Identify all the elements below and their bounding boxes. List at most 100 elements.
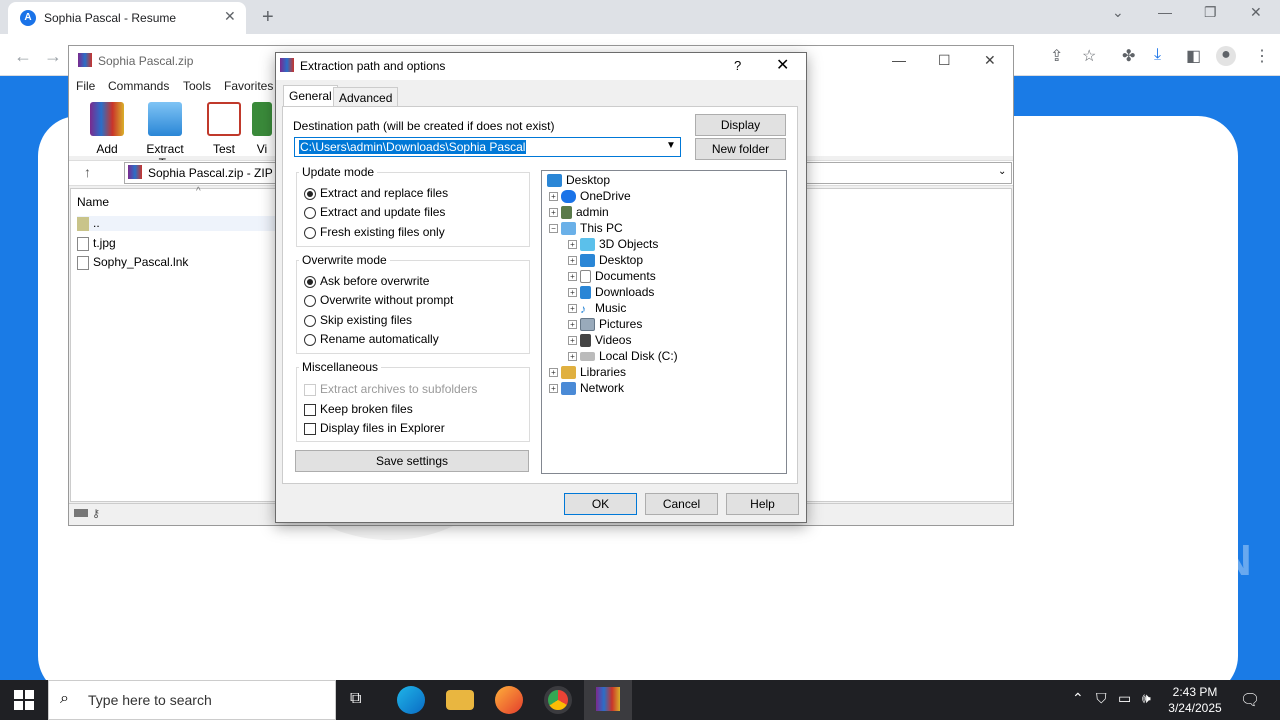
- minimize-button[interactable]: —: [1158, 4, 1172, 20]
- tray-chevron-icon[interactable]: ⌃: [1072, 690, 1084, 707]
- expand-icon[interactable]: +: [568, 336, 577, 346]
- menu-file[interactable]: File: [76, 79, 95, 93]
- radio-rename-auto[interactable]: Rename automatically: [304, 332, 439, 346]
- expand-icon[interactable]: +: [568, 304, 577, 314]
- expand-icon[interactable]: +: [568, 352, 577, 362]
- share-icon[interactable]: ⇪: [1050, 46, 1063, 66]
- expand-icon[interactable]: +: [549, 208, 558, 218]
- tree-item-3dobjects[interactable]: +3D Objects: [568, 237, 658, 252]
- tree-item-videos[interactable]: + Videos: [568, 333, 631, 348]
- menu-tools[interactable]: Tools: [183, 79, 211, 93]
- forward-button[interactable]: →: [44, 46, 62, 67]
- checkbox-display-explorer[interactable]: Display files in Explorer: [304, 421, 445, 435]
- profile-icon[interactable]: ●: [1216, 46, 1236, 66]
- network-tray-icon[interactable]: ▭: [1118, 690, 1131, 707]
- winrar-close-button[interactable]: ✕: [984, 52, 996, 69]
- expand-icon[interactable]: +: [549, 368, 558, 378]
- winrar-minimize-button[interactable]: —: [892, 52, 906, 68]
- menu-icon[interactable]: ⋮: [1254, 46, 1270, 66]
- tab-favicon-icon: A: [20, 10, 36, 26]
- radio-ask-before[interactable]: Ask before overwrite: [304, 274, 429, 288]
- tree-item-desktop-pc[interactable]: + Desktop: [568, 253, 643, 268]
- expand-icon[interactable]: +: [568, 320, 577, 330]
- tab-general[interactable]: General: [283, 85, 338, 106]
- system-clock[interactable]: 2:43 PM 3/24/2025: [1160, 684, 1230, 716]
- help-button[interactable]: Help: [726, 493, 799, 515]
- tree-item-network[interactable]: + Network: [549, 381, 624, 396]
- security-icon[interactable]: ⛉: [1096, 690, 1107, 707]
- new-tab-button[interactable]: +: [262, 6, 274, 29]
- display-button[interactable]: Display: [695, 114, 786, 136]
- tab-close-icon[interactable]: ✕: [224, 8, 236, 25]
- restore-button[interactable]: ❐: [1204, 4, 1217, 21]
- tree-item-music[interactable]: + ♪ Music: [568, 301, 626, 316]
- radio-extract-update[interactable]: Extract and update files: [304, 205, 445, 219]
- tree-item-desktop[interactable]: Desktop: [547, 173, 610, 188]
- notification-icon[interactable]: 🗨: [1240, 690, 1260, 710]
- user-icon: [561, 206, 572, 220]
- expand-icon[interactable]: +: [568, 288, 577, 298]
- menu-commands[interactable]: Commands: [108, 79, 169, 93]
- drive-icon: [74, 509, 88, 517]
- collapse-icon[interactable]: −: [549, 224, 558, 234]
- file-row-tjpg[interactable]: t.jpg: [77, 236, 116, 251]
- browser-tab[interactable]: A Sophia Pascal - Resume ✕: [8, 2, 246, 34]
- view-button[interactable]: Vi: [250, 102, 274, 156]
- sort-arrow-icon: ^: [196, 186, 201, 197]
- radio-icon: [304, 314, 316, 327]
- expand-icon[interactable]: +: [549, 192, 558, 202]
- windows-start-icon[interactable]: [14, 690, 34, 710]
- ok-button[interactable]: OK: [564, 493, 637, 515]
- menu-favorites[interactable]: Favorites: [224, 79, 273, 93]
- tree-item-downloads[interactable]: + Downloads: [568, 285, 654, 300]
- dialog-winrar-icon: [280, 58, 294, 72]
- destination-dropdown-icon[interactable]: ▼: [666, 140, 676, 151]
- cancel-button[interactable]: Cancel: [645, 493, 718, 515]
- star-icon[interactable]: ☆: [1082, 46, 1096, 66]
- chrome-icon[interactable]: [544, 686, 572, 714]
- tree-item-documents[interactable]: + Documents: [568, 269, 656, 284]
- tab-search-icon[interactable]: ⌄: [1112, 4, 1124, 21]
- file-row-lnk[interactable]: Sophy_Pascal.lnk: [77, 255, 188, 270]
- winrar-taskbar-button[interactable]: [584, 680, 632, 720]
- file-row-parent[interactable]: ..: [77, 216, 277, 231]
- expand-icon[interactable]: +: [549, 384, 558, 394]
- edge-icon[interactable]: [397, 686, 425, 714]
- firefox-icon[interactable]: [495, 686, 523, 714]
- close-button[interactable]: ✕: [1250, 4, 1262, 21]
- test-button[interactable]: Test: [199, 102, 249, 156]
- dialog-help-icon[interactable]: ?: [734, 58, 741, 73]
- new-folder-button[interactable]: New folder: [695, 138, 786, 160]
- tree-item-thispc[interactable]: − This PC: [549, 221, 623, 236]
- dialog-close-icon[interactable]: ✕: [776, 55, 789, 75]
- tree-item-onedrive[interactable]: + OneDrive: [549, 189, 631, 204]
- up-arrow-icon[interactable]: ↑: [84, 164, 91, 180]
- column-header-name[interactable]: Name: [77, 195, 109, 209]
- tree-item-libraries[interactable]: + Libraries: [549, 365, 626, 380]
- tab-advanced[interactable]: Advanced: [333, 87, 399, 106]
- task-view-icon[interactable]: ⧉: [350, 690, 361, 708]
- download-icon[interactable]: ⤓: [1154, 46, 1161, 64]
- expand-icon[interactable]: +: [568, 256, 577, 266]
- back-button[interactable]: ←: [14, 46, 32, 67]
- sidebar-icon[interactable]: ◧: [1186, 46, 1201, 66]
- expand-icon[interactable]: +: [568, 240, 577, 250]
- library-icon: [561, 366, 576, 380]
- radio-fresh-existing[interactable]: Fresh existing files only: [304, 225, 445, 239]
- checkbox-keep-broken[interactable]: Keep broken files: [304, 402, 413, 416]
- save-settings-button[interactable]: Save settings: [295, 450, 529, 472]
- tree-item-localdisk[interactable]: + Local Disk (C:): [568, 349, 678, 363]
- radio-extract-replace[interactable]: Extract and replace files: [304, 186, 448, 200]
- file-explorer-icon[interactable]: [446, 690, 474, 710]
- radio-overwrite-without[interactable]: Overwrite without prompt: [304, 293, 453, 307]
- extension-icon[interactable]: ✤: [1122, 46, 1135, 66]
- add-button[interactable]: Add: [82, 102, 132, 156]
- key-icon: ⚷: [92, 508, 101, 520]
- volume-icon[interactable]: 🕪: [1142, 690, 1151, 707]
- tree-item-admin[interactable]: + admin: [549, 205, 609, 220]
- tree-item-pictures[interactable]: + Pictures: [568, 317, 642, 332]
- radio-skip-existing[interactable]: Skip existing files: [304, 313, 412, 327]
- winrar-maximize-button[interactable]: ☐: [938, 52, 951, 69]
- expand-icon[interactable]: +: [568, 272, 577, 282]
- path-dropdown-icon[interactable]: ⌄: [998, 166, 1006, 177]
